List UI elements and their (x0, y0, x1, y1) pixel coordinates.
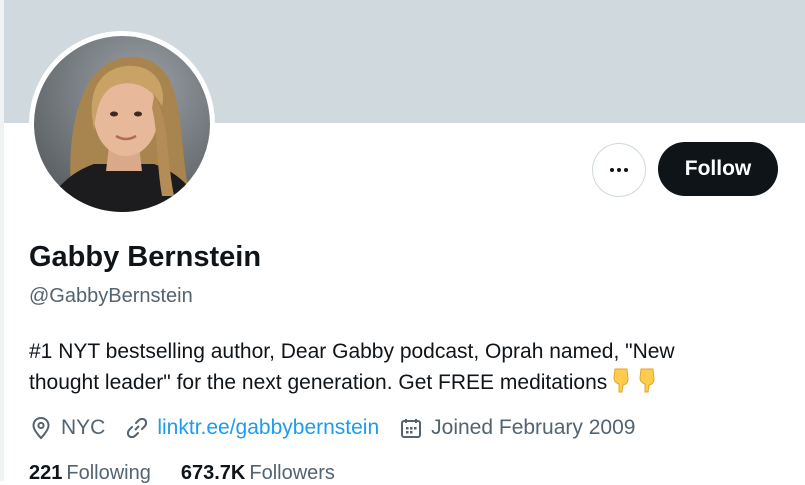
more-options-button[interactable] (592, 143, 646, 197)
website-link[interactable]: linktr.ee/gabbybernstein (157, 416, 379, 440)
joined-item: Joined February 2009 (399, 416, 635, 440)
location-pin-icon (29, 416, 53, 440)
link-icon (125, 416, 149, 440)
bio-line-2: thought leader" for the next generation.… (29, 367, 769, 402)
profile-meta: NYC linktr.ee/gabbybernstein Joined Febr… (29, 414, 655, 442)
following-link[interactable]: 221 Following (29, 462, 151, 485)
avatar-photo-icon (44, 56, 204, 212)
followers-link[interactable]: 673.7K Followers (181, 462, 335, 485)
website-item[interactable]: linktr.ee/gabbybernstein (125, 416, 379, 440)
profile-name: Gabby Bernstein (29, 241, 262, 273)
avatar[interactable] (34, 36, 210, 212)
pointing-down-hand-icon (635, 367, 659, 402)
joined-text: Joined February 2009 (431, 416, 636, 439)
location-text: NYC (61, 416, 106, 439)
location-item: NYC (29, 416, 105, 440)
more-dots-icon (610, 168, 628, 172)
bio-line-1: #1 NYT bestselling author, Dear Gabby po… (29, 340, 675, 363)
calendar-icon (399, 416, 423, 440)
profile-bio: #1 NYT bestselling author, Dear Gabby po… (29, 337, 769, 402)
avatar-frame[interactable] (29, 31, 215, 217)
bio-line-2-text: thought leader" for the next generation.… (29, 371, 608, 394)
pointing-down-hand-icon (609, 367, 633, 402)
follow-button[interactable]: Follow (658, 142, 778, 196)
profile-handle: @GabbyBernstein (29, 285, 193, 307)
profile-stats: 221 Following 673.7K Followers (29, 462, 365, 485)
